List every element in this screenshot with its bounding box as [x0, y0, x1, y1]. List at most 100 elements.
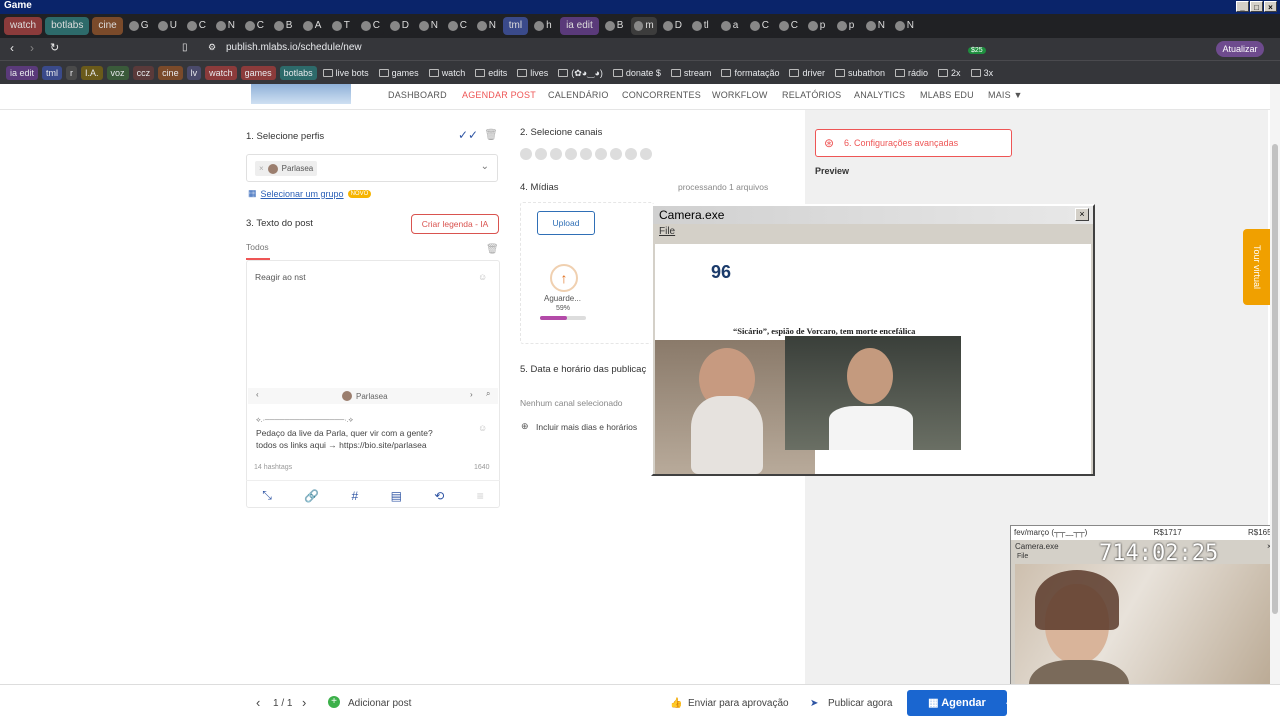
tab-3[interactable]: G	[125, 17, 152, 35]
compress-icon[interactable]: ⤡	[262, 488, 272, 503]
bookmark-13[interactable]: watch	[427, 66, 470, 80]
bookmark-6[interactable]: cine	[158, 65, 183, 80]
tab-7[interactable]: C	[241, 17, 268, 35]
tab-10[interactable]: T	[328, 17, 355, 35]
select-group-link[interactable]: ▦ Selecionar um grupo NOVO	[248, 188, 372, 199]
channel-icon[interactable]	[625, 148, 637, 160]
tab-8[interactable]: B	[270, 17, 297, 35]
add-days-link[interactable]: Incluir mais dias e horários	[536, 422, 637, 432]
nav-item-0[interactable]: DASHBOARD	[388, 90, 447, 100]
next-page-icon[interactable]: ›	[302, 695, 306, 710]
bookmark-18[interactable]: stream	[669, 66, 716, 80]
hashtag-icon[interactable]: #	[352, 489, 359, 503]
advanced-settings-button[interactable]: ⊛ 6. Configurações avançadas	[815, 129, 1012, 157]
tab-24[interactable]: C	[746, 17, 773, 35]
tab-16[interactable]: tml	[502, 17, 529, 35]
nav-item-4[interactable]: WORKFLOW	[712, 90, 768, 100]
bookmark-11[interactable]: live bots	[321, 66, 373, 80]
menu-file[interactable]: File	[653, 224, 1093, 240]
mlabs-logo[interactable]	[251, 84, 351, 104]
link-icon[interactable]: 🔗	[304, 489, 319, 503]
document-icon[interactable]: ▤	[391, 489, 402, 503]
trash-icon[interactable]: 🗑	[486, 244, 499, 255]
chevron-down-icon[interactable]: ⌄	[1004, 697, 1012, 708]
tab-19[interactable]: B	[601, 17, 628, 35]
bookmark-5[interactable]: ccz	[132, 65, 155, 80]
check-all-icon[interactable]: ✓✓	[458, 128, 478, 142]
bookmark-icon[interactable]: ▯	[182, 42, 188, 53]
chevron-down-icon[interactable]: ⌄	[481, 161, 489, 172]
bookmark-7[interactable]: lv	[186, 65, 202, 80]
nav-item-2[interactable]: CALENDÁRIO	[548, 90, 609, 100]
wallet-badge[interactable]: $25	[968, 47, 986, 54]
close-button[interactable]: ×	[1264, 1, 1277, 12]
prev-page-icon[interactable]: ‹	[256, 695, 260, 710]
tab-2[interactable]: cine	[92, 17, 123, 35]
tab-12[interactable]: D	[386, 17, 413, 35]
channel-icon[interactable]	[550, 148, 562, 160]
add-icon[interactable]: ⊕	[521, 421, 529, 432]
update-button[interactable]: Atualizar	[1216, 41, 1264, 57]
bookmark-9[interactable]: games	[240, 65, 276, 80]
bookmark-1[interactable]: tml	[42, 65, 63, 80]
bookmark-23[interactable]: 2x	[936, 66, 965, 80]
bookmark-4[interactable]: voz	[106, 65, 129, 80]
tab-6[interactable]: N	[212, 17, 239, 35]
tab-26[interactable]: p	[804, 17, 831, 35]
schedule-button[interactable]: ▦ Agendar	[907, 690, 1007, 716]
scrollbar-thumb[interactable]	[1272, 144, 1278, 614]
channel-icon[interactable]	[595, 148, 607, 160]
tab-20[interactable]: m	[630, 17, 657, 35]
camera-window[interactable]: Camera.exe × File 96 “Sicário”, espião d…	[651, 204, 1095, 476]
list-icon[interactable]: ≡	[477, 489, 484, 503]
tab-1[interactable]: botlabs	[45, 17, 90, 35]
tab-21[interactable]: D	[659, 17, 686, 35]
tab-5[interactable]: C	[183, 17, 210, 35]
emoji-icon[interactable]: ☺	[478, 423, 487, 433]
tab-28[interactable]: N	[862, 17, 889, 35]
minimize-button[interactable]: _	[1236, 1, 1249, 12]
site-info-icon[interactable]: ⚙	[208, 42, 216, 53]
next-icon[interactable]: ›	[470, 390, 473, 399]
tab-11[interactable]: C	[357, 17, 384, 35]
repeat-icon[interactable]: ⟲	[434, 489, 444, 503]
bookmark-22[interactable]: rádio	[893, 66, 932, 80]
tour-virtual-button[interactable]: Tour virtual	[1243, 229, 1270, 305]
bookmark-14[interactable]: edits	[473, 66, 511, 80]
bookmark-8[interactable]: watch	[205, 65, 237, 80]
nav-item-6[interactable]: ANALYTICS	[854, 90, 905, 100]
url-text[interactable]: publish.mlabs.io/schedule/new	[226, 42, 362, 53]
trash-icon[interactable]: 🗑	[484, 128, 498, 141]
prev-icon[interactable]: ‹	[256, 390, 259, 399]
tab-14[interactable]: C	[444, 17, 471, 35]
tab-all[interactable]: Todos	[246, 242, 269, 252]
send-approval-button[interactable]: Enviar para aprovação	[688, 698, 789, 709]
bookmark-19[interactable]: formatação	[719, 66, 783, 80]
bookmark-0[interactable]: ia edit	[6, 65, 39, 80]
channel-icon[interactable]	[610, 148, 622, 160]
channel-icon[interactable]	[565, 148, 577, 160]
bookmark-12[interactable]: games	[377, 66, 423, 80]
tab-27[interactable]: p	[833, 17, 860, 35]
tab-22[interactable]: tl	[688, 17, 715, 35]
tab-15[interactable]: N	[473, 17, 500, 35]
profile-chip[interactable]: × Parlasea	[255, 161, 318, 176]
tab-4[interactable]: U	[154, 17, 181, 35]
tab-29[interactable]: N	[891, 17, 918, 35]
ai-caption-button[interactable]: Criar legenda - IA	[411, 214, 499, 234]
channel-icon[interactable]	[640, 148, 652, 160]
back-icon[interactable]: ‹	[10, 41, 14, 55]
scrollbar[interactable]	[1270, 84, 1280, 684]
bookmark-10[interactable]: botlabs	[279, 65, 317, 80]
tab-17[interactable]: h	[531, 17, 558, 35]
nav-item-7[interactable]: MLABS EDU	[920, 90, 974, 100]
reload-icon[interactable]: ↻	[50, 41, 59, 54]
post-text[interactable]: Reagir ao nst	[255, 272, 306, 282]
add-post-button[interactable]: Adicionar post	[348, 698, 411, 709]
select-group-label[interactable]: Selecionar um grupo	[261, 189, 344, 199]
close-icon[interactable]: ×	[1075, 208, 1089, 221]
bookmark-17[interactable]: donate $	[611, 66, 665, 80]
channel-icon[interactable]	[535, 148, 547, 160]
bookmark-20[interactable]: driver	[787, 66, 829, 80]
nav-item-1[interactable]: AGENDAR POST	[462, 90, 536, 100]
